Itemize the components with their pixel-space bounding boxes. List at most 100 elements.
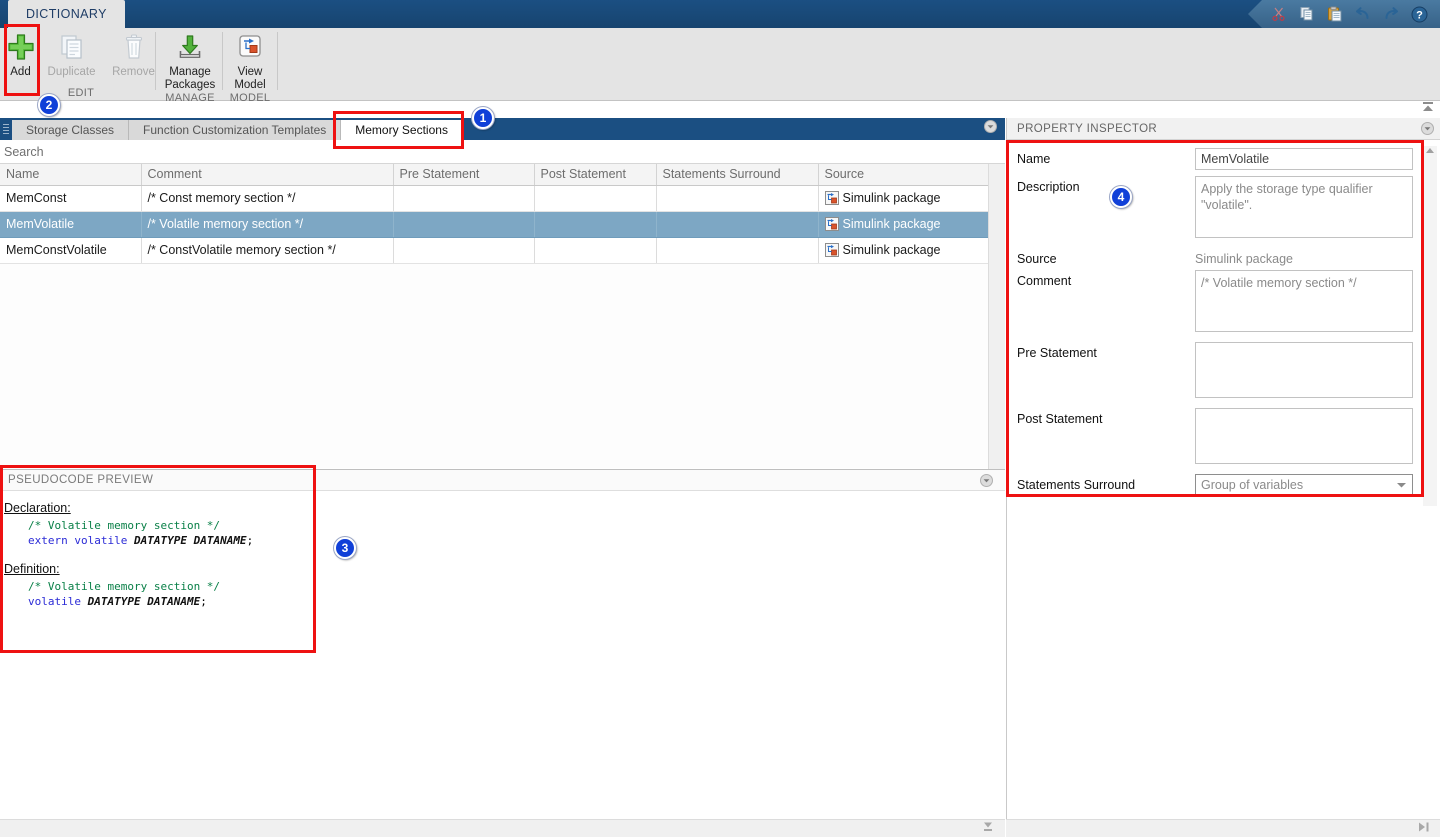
duplicate-icon [57,31,87,63]
column-header-statements-surround[interactable]: Statements Surround [656,164,819,186]
annotation-badge-3: 3 [334,537,356,559]
right-horizontal-scrollbar[interactable] [1006,819,1440,837]
ribbon-collapse-icon[interactable] [1420,100,1436,114]
pseudocode-panel-options-icon[interactable] [980,473,993,487]
package-icon [824,243,839,257]
duplicate-button-label: Duplicate [47,66,96,78]
property-inspector-title: PROPERTY INSPECTOR [1017,122,1158,135]
manage-packages-label-line1: Manage [169,66,211,78]
property-label-pre-statement: Pre Statement [1017,346,1097,360]
property-row-comment: Comment /* Volatile memory section */ [1017,270,1413,332]
pseudocode-declaration-heading: Declaration: [4,501,71,515]
undo-icon[interactable] [1354,5,1372,23]
description-field[interactable]: Apply the storage type qualifier "volati… [1195,176,1413,238]
table-row[interactable]: MemVolatile /* Volatile memory section *… [0,211,1005,238]
copy-icon[interactable] [1298,5,1316,23]
pseudocode-definition-terminator: ; [200,595,207,608]
pseudocode-definition-keywords: volatile [28,595,81,608]
panel-options-icon[interactable] [984,120,997,138]
column-header-name[interactable]: Name [0,164,142,186]
ribbon-group-manage: Manage Packages MANAGE [158,28,222,104]
panel-tab-strip: Storage Classes Function Customization T… [0,118,1005,140]
post-statement-field[interactable] [1195,408,1413,464]
pseudocode-definition-code: volatile DATATYPE DATANAME; [4,594,1005,609]
tab-memory-sections-label: Memory Sections [355,123,448,137]
cell-post-statement [534,237,657,264]
cell-statements-surround [656,185,819,212]
property-label-name: Name [1017,152,1051,166]
tab-strip-grip[interactable] [0,118,12,140]
cell-source: Simulink package [842,243,941,257]
tab-dictionary[interactable]: DICTIONARY [8,0,125,28]
svg-text:?: ? [1416,9,1423,21]
table-row[interactable]: MemConst /* Const memory section */ Simu… [0,185,1005,212]
property-inspector-empty-area [1007,529,1440,837]
property-row-post-statement: Post Statement [1017,408,1413,464]
property-row-name: Name MemVolatile [1017,148,1413,170]
cell-name: MemConst [0,185,142,212]
remove-button-label: Remove [112,66,155,78]
property-inspector-panel: PROPERTY INSPECTOR Name MemVolatile Desc… [1006,118,1440,837]
scroll-down-icon[interactable] [981,820,995,837]
pseudocode-preview-title: PSEUDOCODE PREVIEW [8,474,154,486]
property-row-description: Description Apply the storage type quali… [1017,176,1413,238]
add-button[interactable]: Add [1,28,41,86]
cell-name: MemVolatile [0,211,142,238]
property-label-post-statement: Post Statement [1017,412,1103,426]
view-model-icon [235,31,265,63]
search-input[interactable]: Search [4,145,44,159]
pseudocode-declaration-block: Declaration: /* Volatile memory section … [4,501,1005,548]
property-inspector-body: Name MemVolatile Description Apply the s… [1007,140,1440,523]
view-model-button[interactable]: View Model [224,28,276,91]
property-inspector-scrollbar[interactable] [1423,146,1437,506]
title-bar: DICTIONARY ? [0,0,1440,28]
search-bar[interactable]: Search [0,140,1005,164]
table-row[interactable]: MemConstVolatile /* ConstVolatile memory… [0,237,1005,264]
tab-memory-sections[interactable]: Memory Sections [341,120,463,140]
property-row-source: Source Simulink package [1017,248,1412,266]
column-header-source: Source [824,167,865,182]
statements-surround-select[interactable]: Group of variables [1195,474,1413,496]
pseudocode-declaration-datatype: DATATYPE [133,534,187,547]
add-button-label: Add [10,66,31,78]
tab-storage-classes[interactable]: Storage Classes [12,120,130,140]
ribbon-group-manage-label: MANAGE [165,92,215,104]
tab-function-customization-templates[interactable]: Function Customization Templates [129,120,342,140]
cut-icon[interactable] [1270,5,1288,23]
download-icon [175,31,205,63]
source-value: Simulink package [1195,252,1293,266]
property-inspector-options-icon[interactable] [1421,122,1434,135]
redo-icon[interactable] [1382,5,1400,23]
chevron-down-icon [1396,475,1407,495]
pre-statement-field[interactable] [1195,342,1413,398]
annotation-badge-2: 2 [38,94,60,116]
duplicate-button[interactable]: Duplicate [41,28,103,86]
cell-source: Simulink package [842,191,941,205]
property-label-comment: Comment [1017,274,1072,288]
property-row-pre-statement: Pre Statement [1017,342,1413,398]
pseudocode-definition-dataname: DATANAME [147,595,201,608]
property-label-description: Description [1017,180,1080,194]
scroll-end-icon[interactable] [1416,820,1432,837]
cell-comment: /* Const memory section */ [141,185,394,212]
dictionary-app-window: DICTIONARY ? Add Duplicate Remove EDIT M… [0,0,1440,837]
paste-icon[interactable] [1326,5,1344,23]
view-model-label-line1: View [237,66,263,78]
trash-icon [119,31,149,63]
name-field[interactable]: MemVolatile [1195,148,1413,170]
tab-dictionary-label: DICTIONARY [26,7,107,21]
ribbon-separator-2 [222,32,223,90]
quick-access-toolbar: ? [1248,0,1440,28]
left-horizontal-scrollbar[interactable] [0,819,1005,837]
column-header-post-statement[interactable]: Post Statement [534,164,657,186]
column-header-pre-statement[interactable]: Pre Statement [393,164,535,186]
column-header-comment[interactable]: Comment [141,164,394,186]
cell-statements-surround [656,211,819,238]
manage-packages-button[interactable]: Manage Packages [158,28,222,91]
help-icon[interactable]: ? [1410,5,1428,23]
cell-statements-surround [656,237,819,264]
ribbon-group-edit-label: EDIT [67,87,95,99]
annotation-badge-4: 4 [1110,186,1132,208]
comment-field[interactable]: /* Volatile memory section */ [1195,270,1413,332]
ribbon-group-model-label: MODEL [229,92,271,104]
